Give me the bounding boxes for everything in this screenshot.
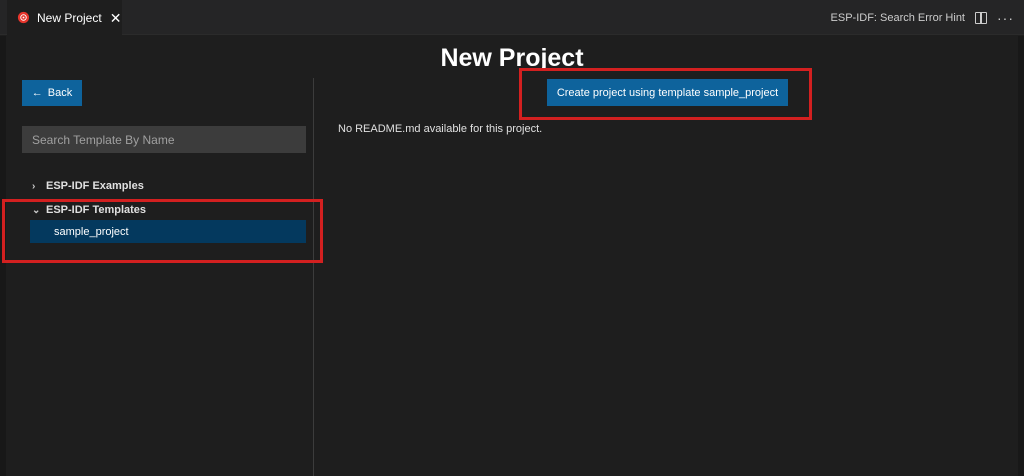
arrow-left-icon: ← xyxy=(31,87,43,99)
tree-item-esp-idf-examples[interactable]: › ESP-IDF Examples xyxy=(32,180,144,192)
readme-message: No README.md available for this project. xyxy=(338,123,543,135)
editor-tab-bar: New Project ✕ ESP-IDF: Search Error Hint… xyxy=(0,0,1024,35)
search-error-hint-action[interactable]: ESP-IDF: Search Error Hint xyxy=(831,12,965,24)
more-actions-icon[interactable]: ··· xyxy=(997,11,1014,25)
right-edge-strip xyxy=(1018,36,1024,476)
back-button-label: Back xyxy=(47,87,73,99)
chevron-right-icon: › xyxy=(32,180,36,192)
template-sidebar: ← Back › ESP-IDF Examples ⌄ ESP-IDF Temp… xyxy=(6,78,314,476)
search-template-input[interactable] xyxy=(22,126,306,153)
close-icon[interactable]: ✕ xyxy=(110,11,122,25)
tab-actions: ESP-IDF: Search Error Hint ··· xyxy=(831,0,1014,35)
tab-title: New Project xyxy=(37,10,102,25)
esp-idf-icon xyxy=(17,11,30,24)
highlight-box-create-button xyxy=(519,68,812,120)
tab-new-project[interactable]: New Project ✕ xyxy=(7,0,122,35)
page-title: New Project xyxy=(440,44,584,72)
back-button[interactable]: ← Back xyxy=(22,80,82,106)
split-editor-icon[interactable] xyxy=(975,11,987,24)
tree-item-label: ESP-IDF Examples xyxy=(46,180,144,192)
highlight-box-templates xyxy=(2,199,323,263)
